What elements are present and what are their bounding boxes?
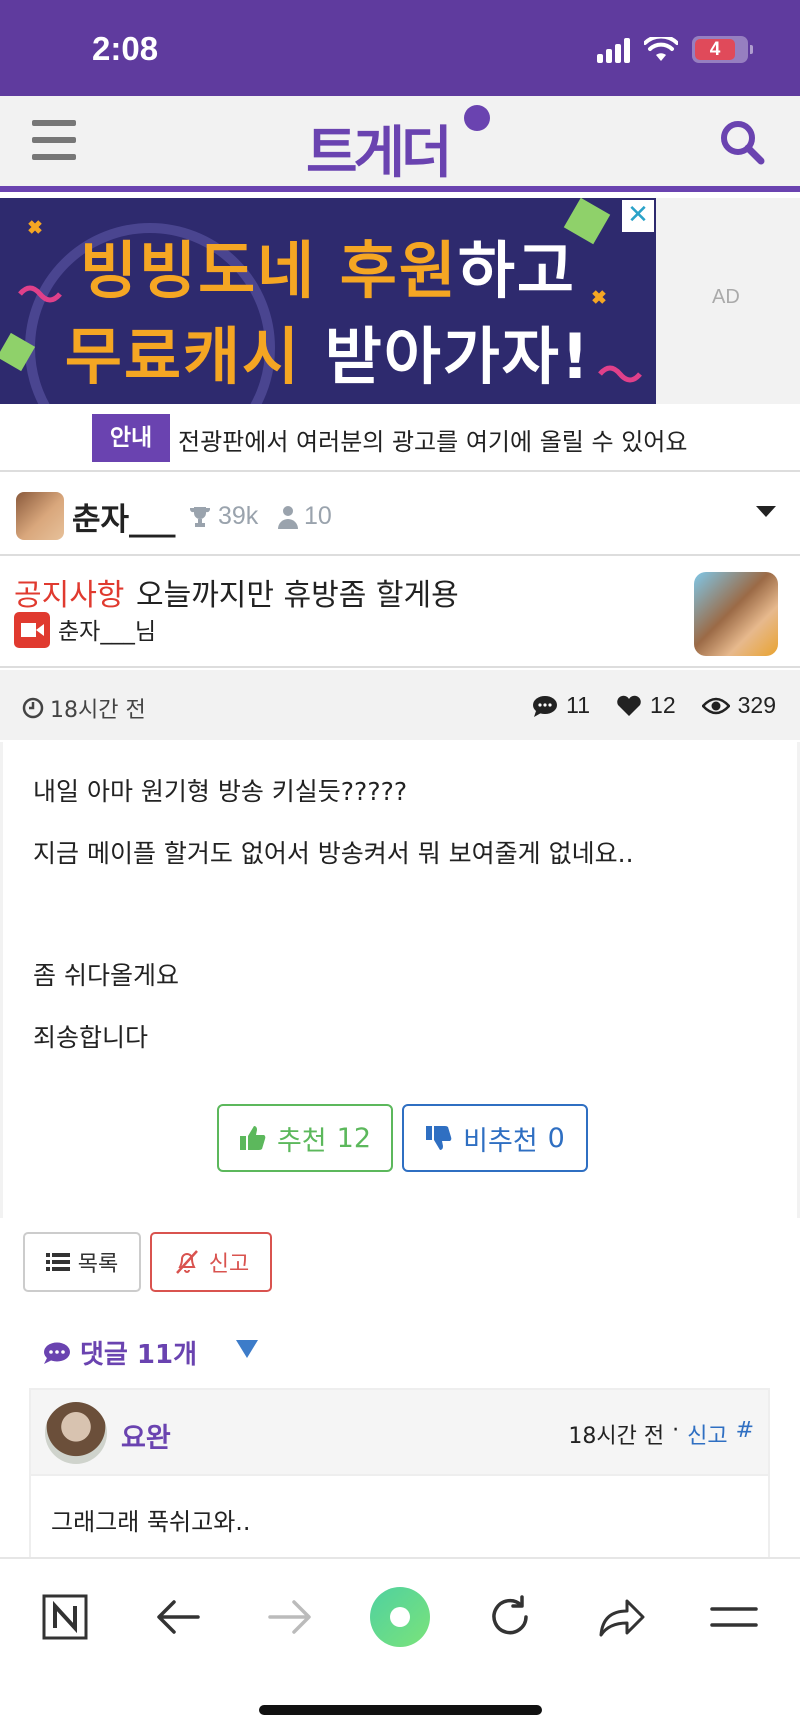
back-arrow-icon[interactable] <box>150 1589 206 1645</box>
post-time-text: 18시간 전 <box>50 698 146 723</box>
post-category[interactable]: 공지사항 <box>14 570 124 614</box>
comments-toggle-icon[interactable] <box>236 1340 258 1358</box>
notice-text: 전광판에서 여러분의 광고를 여기에 올릴 수 있어요 <box>178 428 688 456</box>
post-paragraph: 좀 쉬다올게요 <box>33 961 179 990</box>
post-time: 18시간 전 <box>22 692 146 724</box>
like-count: 12 <box>650 692 676 718</box>
user-icon <box>278 505 298 529</box>
site-logo[interactable]: 트게더 <box>306 108 453 189</box>
report-button-label: 신고 <box>208 1252 250 1277</box>
thumbs-up-icon <box>239 1126 266 1150</box>
upvote-button[interactable]: 추천 12 <box>217 1104 393 1172</box>
post-title-row: 공지사항 오늘까지만 휴방좀 할게용 춘자___님 <box>0 558 800 668</box>
bell-slash-icon <box>175 1250 198 1274</box>
comment-count: 11 <box>566 692 591 718</box>
comments-count-label: 댓글 11개 <box>80 1340 197 1370</box>
wifi-icon <box>644 36 678 61</box>
naver-icon[interactable] <box>37 1589 93 1645</box>
post-title: 오늘까지만 휴방좀 할게용 <box>136 578 459 613</box>
clock-icon <box>22 697 44 719</box>
forward-arrow-icon[interactable] <box>262 1589 318 1645</box>
post-body: 내일 아마 원기형 방송 키실듯????? 지금 메이플 할거도 없어서 방송켜… <box>0 742 800 1218</box>
comment-time: 18시간 전 <box>568 1424 665 1449</box>
thumbs-down-icon <box>426 1126 452 1150</box>
ad-headline-2: 무료캐시 받아가자! <box>64 320 592 393</box>
upvote-count: 12 <box>336 1122 372 1154</box>
channel-avatar[interactable] <box>16 492 64 540</box>
ad-area: 빙빙도네 후원하고 무료캐시 받아가자! ✕ AD <box>0 198 800 404</box>
notice-badge: 안내 <box>92 414 170 462</box>
trophy-stat: 39k <box>188 502 258 531</box>
downvote-count: 0 <box>547 1122 565 1154</box>
comment-icon <box>44 1342 70 1364</box>
comment-meta-separator: · <box>672 1418 680 1443</box>
post-author-avatar[interactable] <box>694 572 778 656</box>
top-navigation: 트게더 <box>0 96 800 192</box>
member-count: 10 <box>304 502 332 530</box>
downvote-button[interactable]: 비추천 0 <box>402 1104 588 1172</box>
status-time: 2:08 <box>92 30 159 67</box>
comment-anchor-link[interactable]: # <box>736 1418 754 1450</box>
post-paragraph: 내일 아마 원기형 방송 키실듯????? <box>33 777 408 806</box>
logo-dot <box>464 105 490 131</box>
channel-name[interactable]: 춘자___ <box>72 494 176 539</box>
comments-header[interactable]: 댓글 11개 <box>42 1334 197 1371</box>
more-menu-icon[interactable] <box>706 1589 762 1645</box>
cellular-signal-icon <box>597 37 630 63</box>
chevron-down-icon[interactable] <box>756 506 776 517</box>
green-dot-button-icon[interactable] <box>368 1585 432 1649</box>
ad-label: AD <box>712 286 740 308</box>
comment-author[interactable]: 요완 <box>121 1416 171 1455</box>
member-stat: 10 <box>278 502 332 531</box>
comment-text: 그래그래 푹쉬고와.. <box>51 1508 251 1536</box>
post-paragraph: 죄송합니다 <box>33 1023 149 1052</box>
comment-report-link[interactable]: 신고 <box>687 1418 727 1450</box>
battery-level: 4 <box>695 39 735 60</box>
upvote-label: 추천 <box>276 1125 327 1157</box>
comment-meta: 18시간 전 · 신고 # <box>568 1418 754 1450</box>
comment-avatar[interactable] <box>45 1402 107 1464</box>
post-stats: 11 12 329 <box>532 692 776 719</box>
list-icon <box>45 1253 70 1271</box>
downvote-label: 비추천 <box>463 1125 538 1157</box>
status-bar: 2:08 4 <box>0 0 800 96</box>
comment-icon <box>533 695 558 717</box>
home-indicator[interactable] <box>259 1705 542 1715</box>
ad-banner[interactable]: 빙빙도네 후원하고 무료캐시 받아가자! ✕ <box>0 198 656 404</box>
post-paragraph: 지금 메이플 할거도 없어서 방송켜서 뭐 보여줄게 없네요.. <box>33 839 634 868</box>
channel-row: 춘자___ 39k 10 <box>0 474 800 556</box>
post-footer: 목록 신고 댓글 11개 요완 18시간 전 · 신고 # 그래그래 푹쉬고와.… <box>0 1218 800 1588</box>
ad-close-button[interactable]: ✕ <box>622 200 654 232</box>
report-button[interactable]: 신고 <box>150 1232 272 1292</box>
list-button-label: 목록 <box>77 1252 119 1277</box>
ad-headline-1: 빙빙도네 후원하고 <box>80 234 576 307</box>
reload-icon[interactable] <box>482 1589 538 1645</box>
search-icon[interactable] <box>718 118 766 166</box>
battery-icon: 4 <box>692 36 753 63</box>
post-author[interactable]: 춘자___님 <box>58 612 156 646</box>
status-icons: 4 <box>597 36 753 63</box>
notice-bar[interactable]: 안내 전광판에서 여러분의 광고를 여기에 올릴 수 있어요 <box>0 404 800 472</box>
list-button[interactable]: 목록 <box>23 1232 141 1292</box>
video-camera-icon <box>14 612 50 648</box>
trophy-icon <box>189 506 211 527</box>
eye-icon <box>701 697 730 714</box>
trophy-count: 39k <box>218 502 259 530</box>
post-meta-row: 18시간 전 11 12 329 <box>0 670 800 740</box>
share-icon[interactable] <box>594 1589 650 1645</box>
heart-icon <box>617 695 641 716</box>
comment-header: 요완 18시간 전 · 신고 # <box>31 1390 768 1476</box>
view-count: 329 <box>737 692 776 718</box>
browser-toolbar <box>0 1557 800 1731</box>
menu-icon[interactable] <box>32 120 76 160</box>
